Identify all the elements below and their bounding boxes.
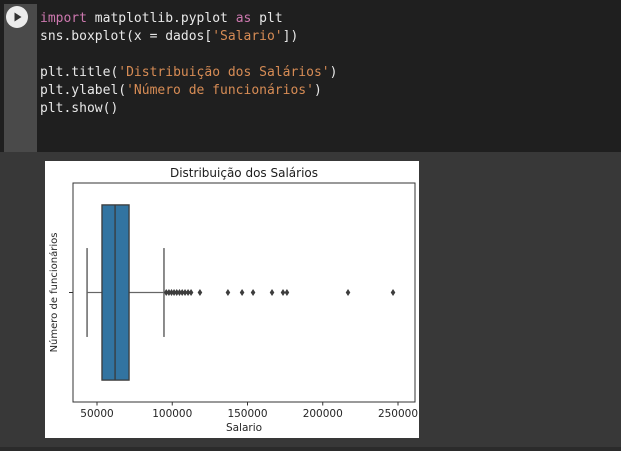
next-cell-divider <box>0 447 621 451</box>
outlier-diamond <box>197 289 203 296</box>
outlier-diamond <box>188 289 194 296</box>
code-token-kw: import <box>40 11 87 26</box>
code-token-kw: as <box>235 11 252 26</box>
code-line: sns.boxplot(x = dados['Salario']) <box>40 28 621 46</box>
outlier-diamond <box>239 289 245 296</box>
outlier-diamond <box>345 289 351 296</box>
code-token-pl: sns.boxplot(x = dados[ <box>40 29 213 44</box>
code-line: plt.title('Distribuição dos Salários') <box>40 64 621 82</box>
x-tick-label: 100000 <box>152 408 192 420</box>
outlier-diamond <box>284 289 290 296</box>
code-cell: import matplotlib.pyplot as plt sns.boxpl… <box>0 0 621 152</box>
output-area: Distribuição dos Salários Número de funci… <box>0 152 621 451</box>
code-token-pl: matplotlib.pyplot <box>86 11 236 26</box>
code-token-str: 'Salario' <box>212 29 283 44</box>
outlier-diamond <box>250 289 256 296</box>
code-token-pl: plt.title( <box>40 65 119 80</box>
code-line: import matplotlib.pyplot as plt <box>40 10 621 28</box>
code-line: plt.ylabel('Número de funcionários') <box>40 82 621 100</box>
x-tick-label: 150000 <box>227 408 267 420</box>
y-axis-label: Número de funcionários <box>48 233 60 353</box>
code-token-str: 'Número de funcionários' <box>126 83 314 98</box>
outlier-diamond <box>390 289 396 296</box>
code-token-pl: ) <box>313 83 322 98</box>
x-tick-label: 50000 <box>80 408 113 420</box>
code-token-pl: ) <box>329 65 338 80</box>
matplotlib-figure: Distribuição dos Salários Número de funci… <box>45 161 419 438</box>
code-token-pl: plt.ylabel( <box>40 83 127 98</box>
code-token-pl: ]) <box>282 29 299 44</box>
x-axis-label: Salario <box>226 422 262 434</box>
boxplot-chart: Distribuição dos Salários Número de funci… <box>48 166 418 434</box>
x-tick-label: 250000 <box>378 408 418 420</box>
code-token-pl: plt.show() <box>40 101 119 116</box>
outlier-diamond <box>225 289 231 296</box>
code-line: plt.show() <box>40 100 621 118</box>
play-icon <box>14 12 22 22</box>
x-tick-label: 200000 <box>303 408 343 420</box>
code-token-str: 'Distribuição dos Salários' <box>118 65 330 80</box>
code-token-pl: plt <box>251 11 283 26</box>
outlier-diamond <box>280 289 286 296</box>
run-cell-button[interactable] <box>6 6 28 28</box>
outlier-diamond <box>269 289 275 296</box>
code-editor[interactable]: import matplotlib.pyplot as plt sns.boxpl… <box>37 10 621 152</box>
chart-title: Distribuição dos Salários <box>170 166 318 180</box>
